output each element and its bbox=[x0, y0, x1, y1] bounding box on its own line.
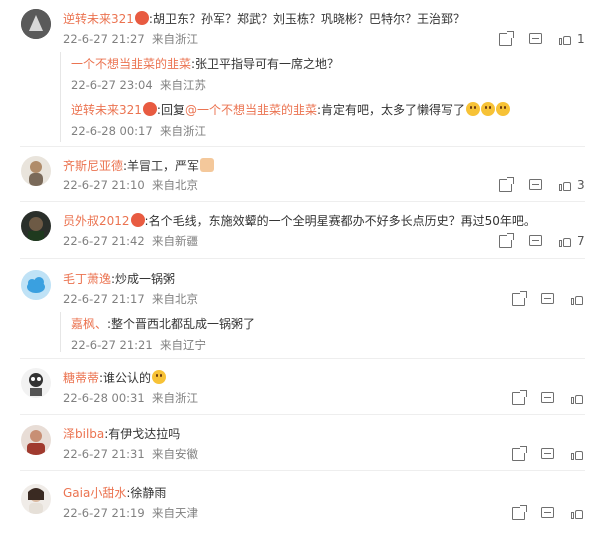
avatar[interactable] bbox=[21, 270, 51, 300]
nickname[interactable]: 齐斯尼亚德 bbox=[63, 159, 123, 173]
comment-icon[interactable] bbox=[529, 179, 542, 190]
comment-icon[interactable] bbox=[541, 448, 554, 459]
comment-text: 逆转未来321:胡卫东？孙军？郑武？刘玉栋？巩晓彬？巴特尔？王治郅？ bbox=[63, 11, 465, 26]
avatar[interactable] bbox=[21, 156, 51, 186]
comment-meta: 22-6-27 21:31 来自安徽 bbox=[63, 447, 198, 461]
divider bbox=[20, 470, 585, 471]
badge-icon bbox=[142, 102, 157, 116]
comment-text: 泽bilba:有伊戈达拉吗 bbox=[63, 427, 181, 441]
like-icon[interactable] bbox=[559, 178, 571, 191]
like-icon[interactable] bbox=[559, 32, 571, 45]
comment-text: 员外叔2012:名个毛线，东施效颦的一个全明星赛都办不好多长点历史？再过50年吧… bbox=[63, 213, 536, 228]
avatar[interactable] bbox=[21, 484, 51, 514]
avatar[interactable] bbox=[21, 425, 51, 455]
reply-text: 逆转未来321:回复@一个不想当韭菜的韭菜:肯定有吧，太多了懒得写了 bbox=[71, 102, 511, 118]
avatar[interactable] bbox=[21, 9, 51, 39]
reply-text: 嘉枫、:整个晋西北都乱成一锅粥了 bbox=[71, 317, 256, 331]
forward-icon[interactable] bbox=[512, 505, 527, 520]
nickname[interactable]: 一个不想当韭菜的韭菜 bbox=[71, 57, 191, 71]
divider bbox=[20, 258, 585, 259]
avatar[interactable] bbox=[21, 368, 51, 398]
comment-meta: 22-6-27 21:27 来自浙江 bbox=[63, 32, 198, 46]
divider bbox=[20, 146, 585, 147]
nickname[interactable]: 嘉枫、 bbox=[71, 317, 107, 331]
forward-icon[interactable] bbox=[499, 233, 514, 248]
comment-icon[interactable] bbox=[529, 235, 542, 246]
divider bbox=[20, 358, 585, 359]
comment-text: 齐斯尼亚德:羊冒工，严军 bbox=[63, 158, 215, 174]
comment-meta: 22-6-27 21:17 来自北京 bbox=[63, 292, 198, 306]
comment-text: 毛丁萧逸:炒成一锅粥 bbox=[63, 272, 176, 286]
divider bbox=[20, 201, 585, 202]
divider bbox=[20, 414, 585, 415]
like-icon[interactable] bbox=[571, 506, 583, 519]
nickname[interactable]: 逆转未来321 bbox=[63, 12, 134, 26]
comment-icon[interactable] bbox=[541, 392, 554, 403]
nickname[interactable]: 毛丁萧逸 bbox=[63, 272, 111, 286]
badge-icon bbox=[130, 213, 145, 227]
nickname[interactable]: 糖蒂蒂 bbox=[63, 371, 99, 385]
like-count: 7 bbox=[577, 234, 585, 248]
comment-icon[interactable] bbox=[541, 293, 554, 304]
reply-meta: 22-6-27 23:04 来自江苏 bbox=[71, 78, 206, 92]
forward-icon[interactable] bbox=[512, 291, 527, 306]
forward-icon[interactable] bbox=[512, 390, 527, 405]
forward-icon[interactable] bbox=[512, 446, 527, 461]
comment-icon[interactable] bbox=[529, 33, 542, 44]
comment-meta: 22-6-27 21:42 来自新疆 bbox=[63, 234, 198, 248]
like-icon[interactable] bbox=[571, 292, 583, 305]
mention-link[interactable]: @一个不想当韭菜的韭菜 bbox=[185, 103, 317, 117]
nickname[interactable]: 逆转未来321 bbox=[71, 103, 142, 117]
comment-icon[interactable] bbox=[541, 507, 554, 518]
like-icon[interactable] bbox=[571, 447, 583, 460]
comment-meta: 22-6-28 00:31 来自浙江 bbox=[63, 391, 198, 405]
cat-emoji-icon bbox=[200, 158, 215, 172]
comment-meta: 22-6-27 21:10 来自北京 bbox=[63, 178, 198, 192]
like-icon[interactable] bbox=[559, 234, 571, 247]
badge-icon bbox=[134, 11, 149, 25]
laugh-emoji-icon bbox=[496, 102, 511, 116]
nickname[interactable]: Gaia小甜水 bbox=[63, 486, 126, 500]
avatar[interactable] bbox=[21, 211, 51, 241]
comment-text: 糖蒂蒂:谁公认的 bbox=[63, 370, 167, 386]
forward-icon[interactable] bbox=[499, 31, 514, 46]
like-count: 1 bbox=[577, 32, 585, 46]
comment-meta: 22-6-27 21:19 来自天津 bbox=[63, 506, 198, 520]
nickname[interactable]: 员外叔2012 bbox=[63, 214, 130, 228]
like-count: 3 bbox=[577, 178, 585, 192]
like-icon[interactable] bbox=[571, 391, 583, 404]
laugh-emoji-icon bbox=[466, 102, 481, 116]
nickname[interactable]: 泽bilba bbox=[63, 427, 104, 441]
comment-text: Gaia小甜水:徐静雨 bbox=[63, 486, 167, 500]
laugh-emoji-icon bbox=[481, 102, 496, 116]
reply-meta: 22-6-28 00:17 来自浙江 bbox=[71, 124, 206, 138]
forward-icon[interactable] bbox=[499, 177, 514, 192]
thinking-emoji-icon bbox=[152, 370, 167, 384]
reply-meta: 22-6-27 21:21 来自辽宁 bbox=[71, 338, 206, 352]
reply-text: 一个不想当韭菜的韭菜:张卫平指导可有一席之地？ bbox=[71, 57, 340, 71]
